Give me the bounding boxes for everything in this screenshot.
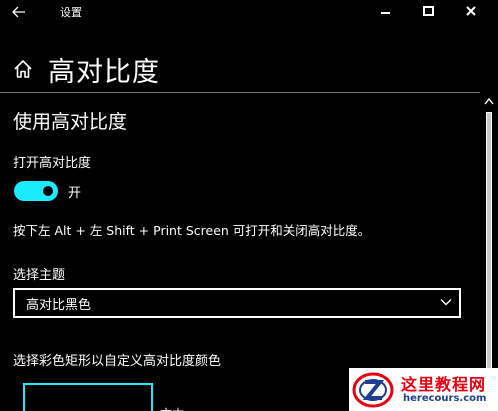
page-header: 高对比度 — [0, 44, 498, 90]
app-title: 设置 — [60, 6, 82, 19]
arrow-left-icon — [12, 6, 25, 18]
settings-content: 使用高对比度 打开高对比度 开 按下左 Alt + 左 Shift + Prin… — [0, 92, 480, 411]
color-customize-hint: 选择彩色矩形以自定义高对比度颜色 — [13, 354, 222, 369]
scrollbar[interactable] — [480, 92, 498, 411]
watermark-title: 这里教程网 — [401, 375, 487, 394]
shortcut-description: 按下左 Alt + 左 Shift + Print Screen 可打开和关闭高… — [13, 223, 371, 238]
chevron-down-icon — [440, 299, 452, 306]
close-button[interactable] — [451, 0, 491, 22]
settings-window: 设置 高对比度 使用高对比度 打开高对比度 开 按下左 Alt + 左 Shif… — [0, 0, 498, 411]
scroll-track[interactable] — [486, 112, 492, 392]
swatch-label-text: 文本 — [160, 405, 184, 411]
close-icon — [466, 6, 476, 16]
page-title: 高对比度 — [48, 57, 160, 88]
theme-selected-value: 高对比黑色 — [26, 298, 92, 313]
title-bar: 设置 — [0, 0, 498, 24]
watermark-url: herecours.com — [403, 393, 487, 404]
minimize-button[interactable] — [365, 0, 405, 22]
scroll-thumb[interactable] — [486, 112, 492, 382]
minimize-icon — [380, 12, 390, 14]
theme-label: 选择主题 — [13, 268, 66, 283]
section-title: 使用高对比度 — [13, 111, 128, 133]
text-color-swatch[interactable] — [23, 383, 153, 411]
theme-dropdown[interactable]: 高对比黑色 — [13, 288, 461, 318]
watermark-logo-icon — [352, 372, 394, 408]
high-contrast-toggle[interactable] — [14, 181, 58, 201]
toggle-knob — [43, 186, 53, 196]
high-contrast-toggle-label: 打开高对比度 — [13, 156, 92, 171]
watermark: 这里教程网 herecours.com — [349, 368, 498, 411]
home-icon[interactable] — [12, 58, 34, 80]
maximize-icon — [422, 6, 434, 16]
toggle-state-label: 开 — [68, 186, 82, 201]
back-button[interactable] — [8, 2, 30, 22]
maximize-button[interactable] — [408, 0, 448, 22]
scroll-up-arrow-icon[interactable] — [483, 96, 495, 108]
